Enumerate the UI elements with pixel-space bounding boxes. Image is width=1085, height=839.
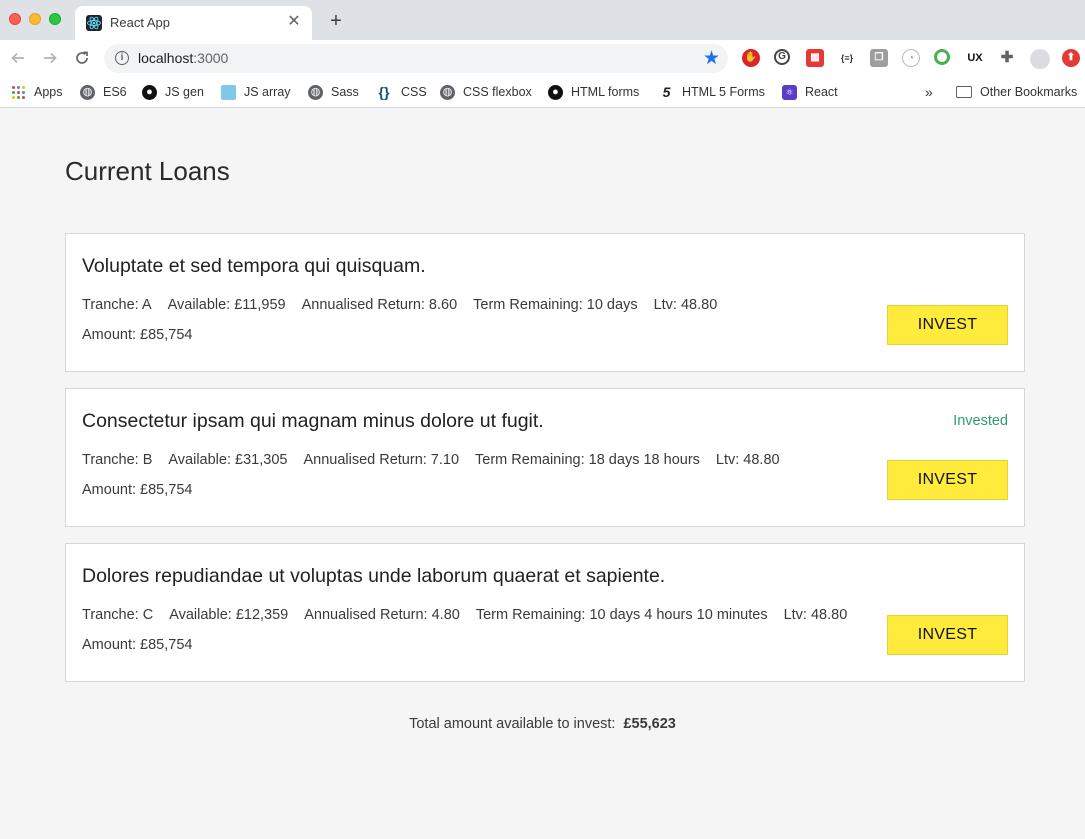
- grammarly-icon[interactable]: G: [774, 49, 790, 65]
- bookmark-html-forms[interactable]: ● HTML forms: [548, 82, 639, 102]
- loan-annualised-return: Annualised Return: 7.10: [303, 452, 460, 468]
- loan-amount: Amount: £85,754: [82, 327, 193, 343]
- globe-icon: ◍: [440, 84, 455, 100]
- globe-icon: ◍: [308, 84, 323, 100]
- timer-icon[interactable]: ◔: [902, 49, 920, 67]
- bookmark-css[interactable]: {} CSS: [375, 82, 427, 102]
- ext-red-icon[interactable]: ▦: [806, 49, 824, 67]
- reload-icon[interactable]: [71, 47, 93, 69]
- total-available-label: Total amount available to invest:: [409, 716, 616, 732]
- page-title: Current Loans: [65, 156, 230, 186]
- bookmark-es6[interactable]: ◍ ES6: [80, 82, 127, 102]
- puzzle-icon[interactable]: ✚: [998, 49, 1016, 67]
- invest-button[interactable]: INVEST: [887, 305, 1008, 345]
- loan-details: Tranche: C Available: £12,359 Annualised…: [82, 607, 863, 623]
- speed-icon[interactable]: [934, 49, 950, 65]
- loan-amount: Amount: £85,754: [82, 637, 193, 653]
- loan-term-remaining: Term Remaining: 10 days 4 hours 10 minut…: [475, 607, 768, 623]
- loan-card: Voluptate et sed tempora qui quisquam. T…: [65, 233, 1025, 372]
- bookmark-react[interactable]: ⚛ React: [782, 82, 838, 102]
- github-icon: ●: [548, 84, 563, 100]
- loan-ltv: Ltv: 48.80: [715, 452, 780, 468]
- invest-button[interactable]: INVEST: [887, 460, 1008, 500]
- bookmark-css-flexbox[interactable]: ◍ CSS flexbox: [440, 82, 532, 102]
- loan-tranche: Tranche: B: [82, 452, 153, 468]
- loan-available: Available: £12,359: [169, 607, 289, 623]
- loan-annualised-return: Annualised Return: 4.80: [304, 607, 460, 623]
- close-window-button[interactable]: [9, 13, 21, 25]
- ux-icon[interactable]: UX: [966, 49, 984, 67]
- loan-title: Consectetur ipsam qui magnam minus dolor…: [82, 410, 544, 432]
- address-bar[interactable]: i localhost:3000 ★: [104, 44, 728, 73]
- loan-available: Available: £31,305: [168, 452, 288, 468]
- total-available-value: £55,623: [623, 716, 676, 732]
- invest-button[interactable]: INVEST: [887, 615, 1008, 655]
- total-available: Total amount available to invest: £55,623: [0, 716, 1085, 732]
- loan-tranche: Tranche: C: [82, 607, 154, 623]
- globe-icon: ◍: [80, 84, 95, 100]
- more-bookmarks-button[interactable]: »: [925, 82, 933, 102]
- loan-term-remaining: Term Remaining: 10 days: [473, 297, 638, 313]
- bookmark-html5-forms[interactable]: 5 HTML 5 Forms: [659, 82, 765, 102]
- tab-title: React App: [110, 15, 170, 30]
- loan-term-remaining: Term Remaining: 18 days 18 hours: [475, 452, 700, 468]
- braces-icon: {}: [378, 83, 390, 100]
- five-icon: 5: [662, 83, 671, 100]
- copy-icon[interactable]: ❐: [870, 49, 888, 67]
- turtle-icon: [221, 84, 236, 100]
- loan-details: Tranche: A Available: £11,959 Annualised…: [82, 297, 733, 313]
- bookmarks-bar: Apps ◍ ES6 ● JS gen JS array ◍ Sass {} C…: [0, 76, 1085, 108]
- bookmark-js-array[interactable]: JS array: [221, 82, 291, 102]
- react-icon: ⚛: [782, 84, 797, 100]
- react-icon: [86, 15, 102, 31]
- new-tab-button[interactable]: +: [326, 11, 346, 31]
- loan-available: Available: £11,959: [167, 297, 286, 313]
- json-icon[interactable]: {≡}: [838, 49, 856, 67]
- adblock-icon[interactable]: ✋: [742, 49, 760, 67]
- maximize-window-button[interactable]: [49, 13, 61, 25]
- loan-title: Dolores repudiandae ut voluptas unde lab…: [82, 565, 666, 587]
- profile-icon[interactable]: [1030, 49, 1050, 69]
- loan-details: Tranche: B Available: £31,305 Annualised…: [82, 452, 796, 468]
- close-icon[interactable]: ✕: [284, 12, 304, 32]
- apps-icon: [11, 85, 26, 100]
- other-bookmarks-folder[interactable]: Other Bookmarks: [956, 82, 1077, 102]
- loan-tranche: Tranche: A: [82, 297, 152, 313]
- bookmark-star-icon[interactable]: ★: [703, 47, 720, 70]
- browser-toolbar: i localhost:3000 ★ ✋ G ▦ {≡} ❐ ◔ UX ✚ ⬆: [0, 40, 1085, 76]
- loan-annualised-return: Annualised Return: 8.60: [301, 297, 458, 313]
- browser-tab[interactable]: React App ✕: [75, 6, 312, 40]
- forward-icon[interactable]: [39, 47, 61, 69]
- folder-icon: [956, 86, 972, 98]
- loan-title: Voluptate et sed tempora qui quisquam.: [82, 255, 426, 277]
- invested-badge: Invested: [953, 413, 1008, 429]
- browser-tab-bar: React App ✕ +: [0, 0, 1085, 40]
- update-icon[interactable]: ⬆: [1062, 49, 1080, 67]
- loan-ltv: Ltv: 48.80: [653, 297, 718, 313]
- minimize-window-button[interactable]: [29, 13, 41, 25]
- back-icon[interactable]: [7, 47, 29, 69]
- page-content: Current Loans Voluptate et sed tempora q…: [0, 109, 1085, 839]
- bookmark-js-gen[interactable]: ● JS gen: [142, 82, 204, 102]
- loan-ltv: Ltv: 48.80: [783, 607, 848, 623]
- info-icon[interactable]: i: [115, 51, 129, 65]
- loan-amount: Amount: £85,754: [82, 482, 193, 498]
- bookmark-sass[interactable]: ◍ Sass: [308, 82, 359, 102]
- github-icon: ●: [142, 84, 157, 100]
- loan-card: Dolores repudiandae ut voluptas unde lab…: [65, 543, 1025, 682]
- url-text: localhost:3000: [138, 50, 229, 66]
- loan-card: Consectetur ipsam qui magnam minus dolor…: [65, 388, 1025, 527]
- bookmark-apps[interactable]: Apps: [11, 82, 63, 102]
